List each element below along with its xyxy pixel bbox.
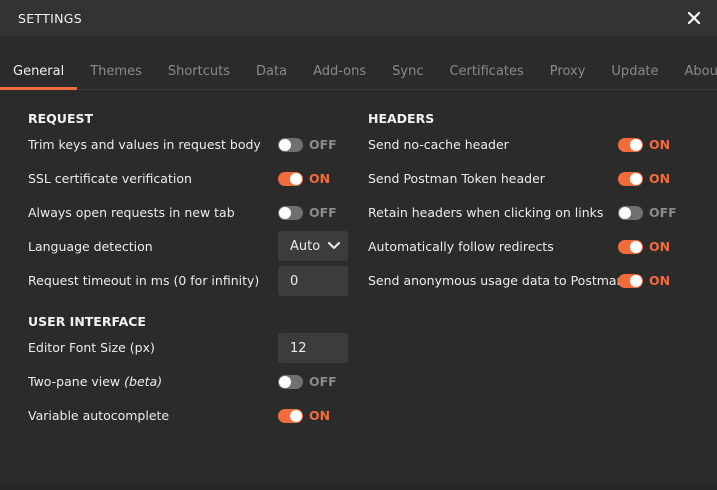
toggle-track [278,374,303,389]
beta-tag: (beta) [124,374,163,389]
window-title: SETTINGS [18,10,82,26]
request-section-title: REQUEST [28,111,94,126]
tab-update[interactable]: Update [598,54,671,90]
toggle-knob [279,375,291,388]
bottom-edge [0,484,717,490]
toggle-track [278,137,303,152]
close-icon [687,11,701,25]
request-timeout-input[interactable]: 0 [278,266,348,296]
retain-headers-toggle[interactable]: OFF [618,205,677,220]
toggle-knob [630,274,642,287]
close-button[interactable] [683,7,705,29]
toggle-track [278,408,303,423]
two-pane-label-text: Two-pane view [28,374,121,389]
headers-section-title: HEADERS [368,111,435,126]
ssl-verification-toggle[interactable]: ON [278,171,330,186]
toggle-state: OFF [309,137,337,152]
toggle-knob [290,172,302,185]
postman-token-label: Send Postman Token header [368,171,545,186]
editor-font-size-value: 12 [290,340,307,356]
toggle-state: ON [309,171,331,186]
toggle-knob [290,409,302,422]
toggle-state: ON [649,239,671,254]
toggle-state: ON [649,137,671,152]
tab-shortcuts[interactable]: Shortcuts [155,54,243,90]
toggle-state: ON [649,273,671,288]
tab-sync[interactable]: Sync [379,54,436,90]
ssl-verification-label: SSL certificate verification [28,171,192,186]
postman-token-toggle[interactable]: ON [618,171,670,186]
toggle-knob [279,138,291,151]
retain-headers-label: Retain headers when clicking on links [368,205,604,220]
tab-general[interactable]: General [0,54,78,90]
toggle-track [618,239,643,254]
tab-proxy[interactable]: Proxy [537,54,599,90]
variable-autocomplete-toggle[interactable]: ON [278,408,330,423]
title-bar: SETTINGS [0,0,717,36]
language-detection-select[interactable]: Auto [278,231,348,261]
editor-font-size-label: Editor Font Size (px) [28,340,155,355]
toggle-knob [279,206,291,219]
new-tab-toggle[interactable]: OFF [278,205,337,220]
language-detection-label: Language detection [28,239,153,254]
toggle-state: OFF [309,205,337,220]
toggle-track [278,205,303,220]
toggle-track [278,171,303,186]
two-pane-label: Two-pane view (beta) [28,374,162,389]
tab-certificates[interactable]: Certificates [436,54,536,90]
request-timeout-value: 0 [290,273,299,289]
ui-section-title: USER INTERFACE [28,314,146,329]
toggle-knob [619,206,631,219]
anonymous-usage-toggle[interactable]: ON [618,273,670,288]
toggle-state: ON [649,171,671,186]
language-detection-value: Auto [290,238,321,254]
trim-keys-toggle[interactable]: OFF [278,137,337,152]
follow-redirects-label: Automatically follow redirects [368,239,554,254]
chevron-down-icon [328,242,340,249]
two-pane-toggle[interactable]: OFF [278,374,337,389]
toggle-track [618,137,643,152]
request-timeout-label: Request timeout in ms (0 for infinity) [28,273,260,288]
no-cache-toggle[interactable]: ON [618,137,670,152]
toggle-knob [630,138,642,151]
editor-font-size-input[interactable]: 12 [278,333,348,363]
toggle-knob [630,172,642,185]
settings-tabs: General Themes Shortcuts Data Add-ons Sy… [0,54,717,90]
no-cache-label: Send no-cache header [368,137,509,152]
tab-data[interactable]: Data [243,54,300,90]
tab-add-ons[interactable]: Add-ons [300,54,379,90]
toggle-track [618,205,643,220]
toggle-state: ON [309,408,331,423]
tab-themes[interactable]: Themes [77,54,155,90]
tab-about[interactable]: About [672,54,717,90]
toggle-track [618,273,643,288]
toggle-state: OFF [309,374,337,389]
anonymous-usage-label: Send anonymous usage data to Postman [368,273,625,288]
new-tab-label: Always open requests in new tab [28,205,235,220]
follow-redirects-toggle[interactable]: ON [618,239,670,254]
toggle-knob [630,240,642,253]
trim-keys-label: Trim keys and values in request body [28,137,261,152]
toggle-track [618,171,643,186]
variable-autocomplete-label: Variable autocomplete [28,408,170,423]
toggle-state: OFF [649,205,677,220]
